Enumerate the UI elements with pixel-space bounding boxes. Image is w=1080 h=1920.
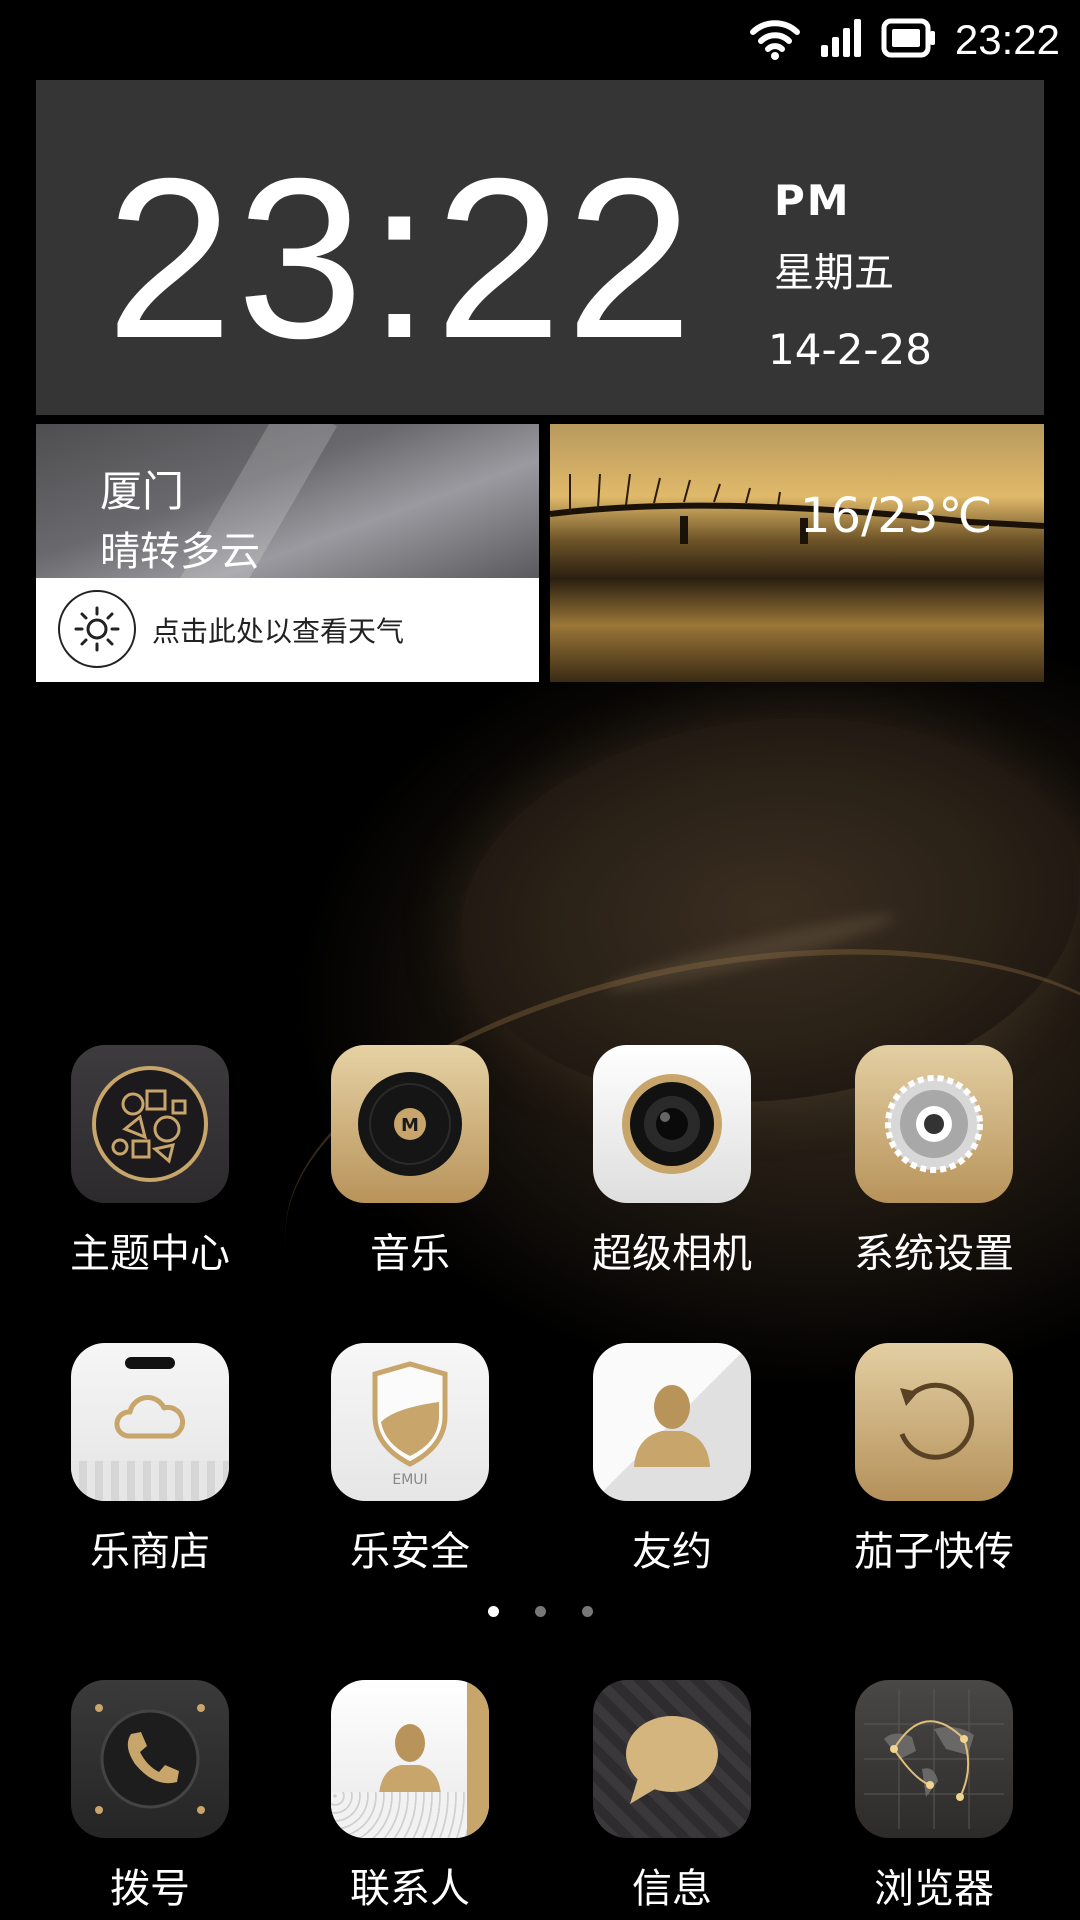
- clock-date: 14-2-28: [768, 325, 932, 374]
- app-label: 联系人: [350, 1866, 470, 1912]
- app-label: 乐商店: [90, 1529, 210, 1575]
- page-dot-2[interactable]: [534, 1606, 546, 1617]
- app-label: 主题中心: [70, 1231, 230, 1277]
- app-label: 超级相机: [592, 1231, 752, 1277]
- app-camera[interactable]: 超级相机: [552, 1045, 792, 1279]
- app-label: 乐安全: [350, 1529, 470, 1575]
- transfer-icon: [855, 1343, 1013, 1501]
- app-theme-center[interactable]: 主题中心: [30, 1045, 270, 1279]
- dock-contacts[interactable]: 联系人: [290, 1680, 530, 1914]
- music-icon: M: [331, 1045, 489, 1203]
- dock-messages[interactable]: 信息: [552, 1680, 792, 1914]
- status-bar: 23:22: [0, 0, 1080, 80]
- app-qiezi-transfer[interactable]: 茄子快传: [814, 1343, 1054, 1577]
- emui-badge: EMUI: [392, 1472, 427, 1488]
- app-label: 音乐: [370, 1231, 450, 1277]
- app-store[interactable]: 乐商店: [30, 1343, 270, 1577]
- phone-icon: [71, 1680, 229, 1838]
- store-cloud-icon: [71, 1343, 229, 1501]
- signal-icon: [819, 17, 863, 63]
- clock-weekday: 星期五: [774, 250, 894, 296]
- weather-temperature: 16/23℃: [800, 488, 993, 544]
- clock-widget[interactable]: 23:22 PM 星期五 14-2-28: [36, 80, 1044, 415]
- app-settings[interactable]: 系统设置: [814, 1045, 1054, 1279]
- weather-city: 厦门: [100, 467, 185, 516]
- clock-time: 23:22: [106, 132, 697, 386]
- settings-gear-icon: [855, 1045, 1013, 1203]
- theme-center-icon: [71, 1045, 229, 1203]
- app-label: 拨号: [110, 1866, 190, 1912]
- dock-browser[interactable]: 浏览器: [814, 1680, 1054, 1914]
- app-label: 浏览器: [874, 1866, 994, 1912]
- app-label: 友约: [632, 1529, 712, 1575]
- app-security[interactable]: EMUI 乐安全: [290, 1343, 530, 1577]
- weather-condition: 晴转多云: [100, 529, 260, 575]
- weather-temperature-card[interactable]: 16/23℃: [550, 424, 1044, 682]
- weather-widget[interactable]: 厦门 晴转多云 点击此处以查看天气: [36, 424, 539, 682]
- security-shield-icon: EMUI: [331, 1343, 489, 1501]
- sun-icon: [58, 590, 136, 668]
- globe-map-icon: [855, 1680, 1013, 1838]
- person-icon: [593, 1343, 751, 1501]
- app-music[interactable]: M 音乐: [290, 1045, 530, 1279]
- weather-hint-bar[interactable]: 点击此处以查看天气: [36, 578, 539, 682]
- weather-hint-text: 点击此处以查看天气: [152, 615, 405, 648]
- svg-text:M: M: [401, 1115, 419, 1136]
- wifi-icon: [749, 16, 801, 64]
- contacts-icon: [331, 1680, 489, 1838]
- camera-icon: [593, 1045, 751, 1203]
- app-label: 茄子快传: [854, 1529, 1014, 1575]
- dock-dialer[interactable]: 拨号: [30, 1680, 270, 1914]
- status-time: 23:22: [954, 16, 1060, 63]
- page-dot-3[interactable]: [581, 1606, 593, 1617]
- weather-city-panel: 厦门 晴转多云: [36, 424, 539, 652]
- message-bubble-icon: [593, 1680, 751, 1838]
- app-label: 系统设置: [854, 1231, 1014, 1277]
- app-label: 信息: [632, 1866, 712, 1912]
- page-indicator: [0, 1606, 1080, 1617]
- clock-ampm: PM: [774, 176, 851, 225]
- app-youyue[interactable]: 友约: [552, 1343, 792, 1577]
- page-dot-1[interactable]: [487, 1606, 499, 1617]
- battery-icon: [881, 18, 937, 62]
